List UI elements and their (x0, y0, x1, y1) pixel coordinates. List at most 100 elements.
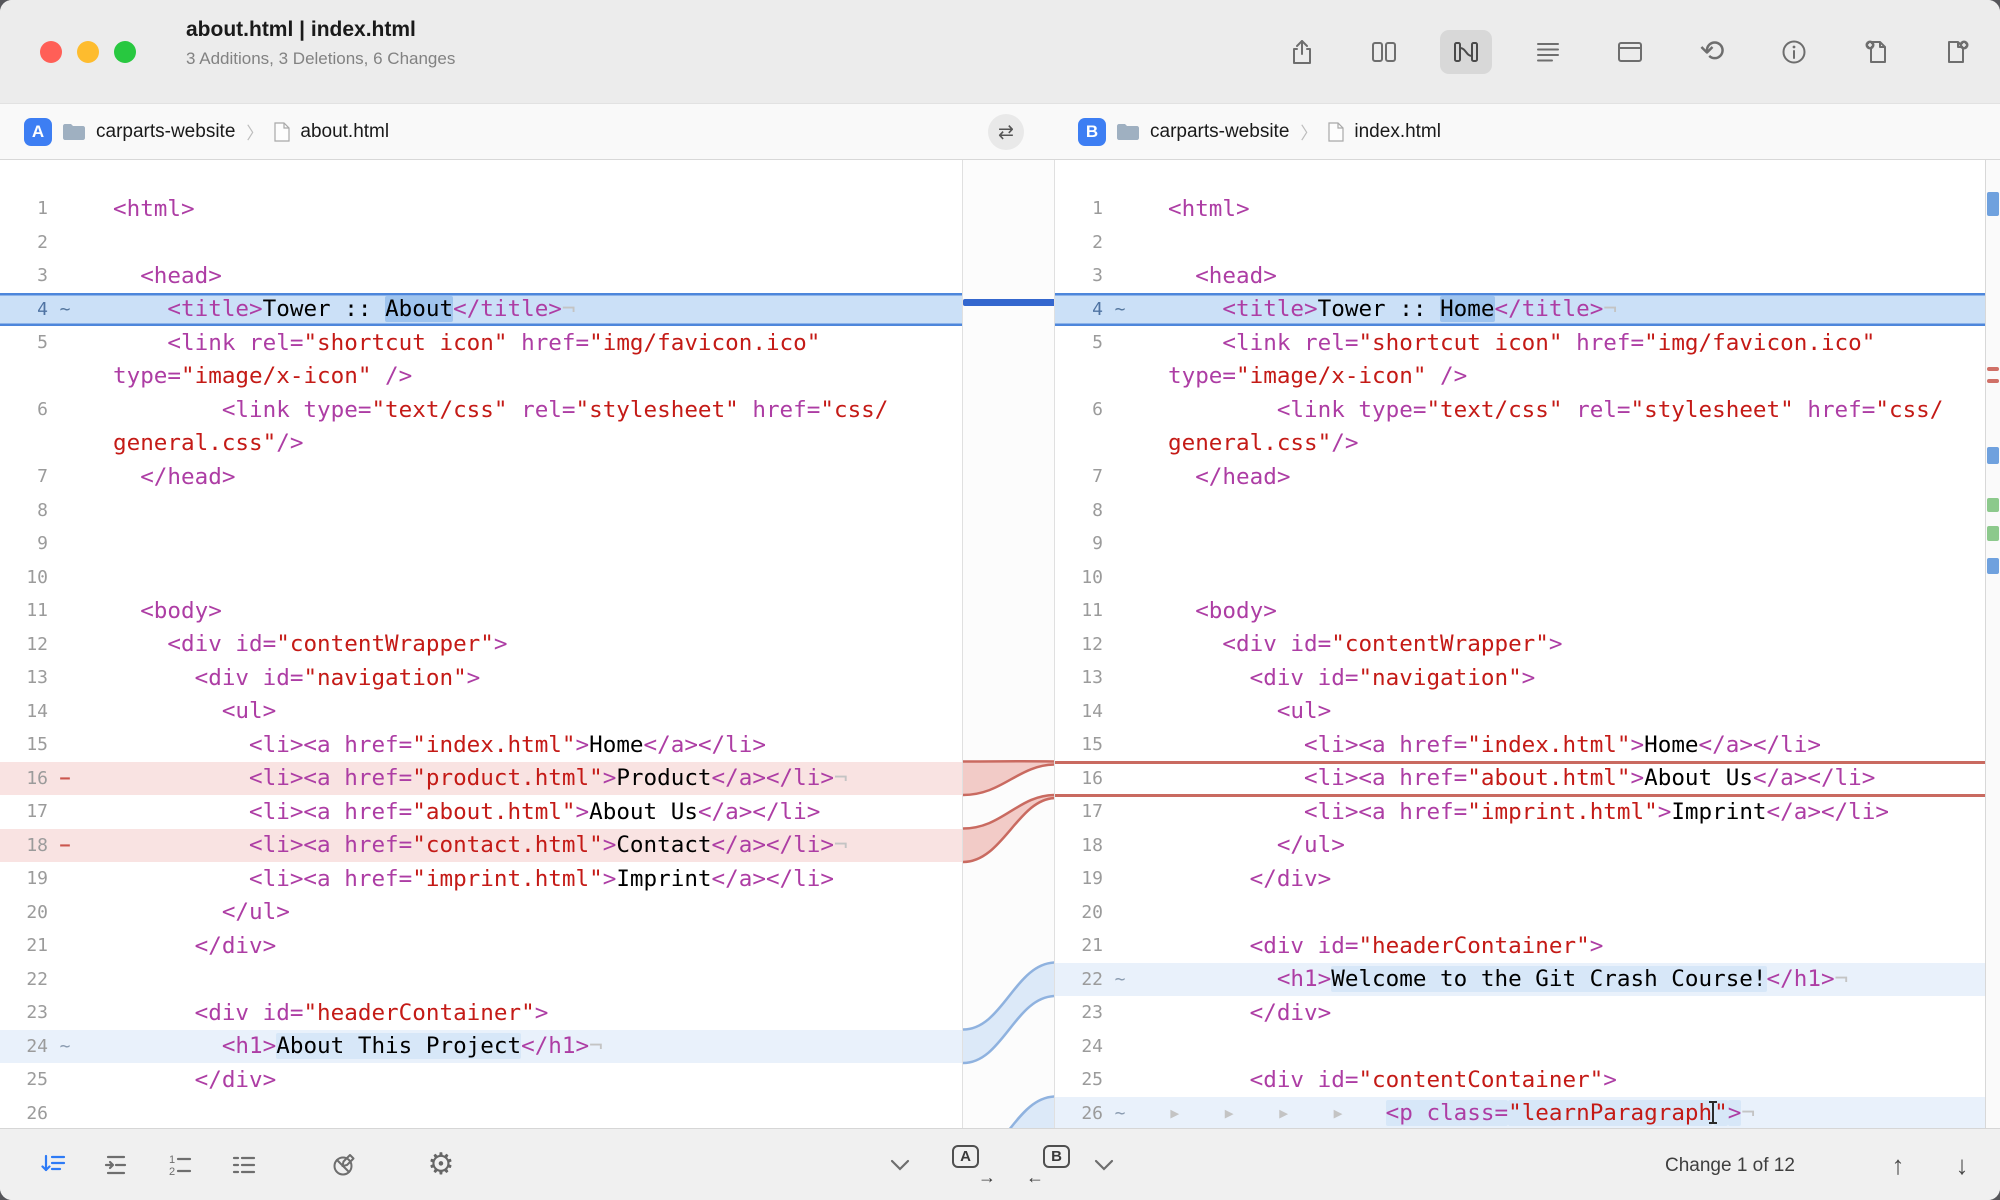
code-line[interactable]: 8 (1055, 494, 1985, 528)
code-line[interactable]: 13 <div id="navigation"> (0, 661, 962, 695)
list-options-button[interactable] (224, 1145, 264, 1185)
code-line[interactable]: 21 <div id="headerContainer"> (1055, 929, 1985, 963)
file-a-pane[interactable]: 1<html>23 <head>4~ <title>Tower :: About… (0, 160, 962, 1128)
code-line[interactable]: 20 </ul> (0, 896, 962, 930)
code-line[interactable]: 9 (1055, 527, 1985, 561)
code-line[interactable]: 18− <li><a href="contact.html">Contact</… (0, 829, 962, 863)
code-line[interactable]: 3 <head> (0, 259, 962, 293)
code-line[interactable]: 11 <body> (1055, 594, 1985, 628)
code-line[interactable]: 4~ <title>Tower :: Home</title>¬ (1055, 293, 1985, 327)
next-change-button[interactable]: ↓ (1942, 1145, 1982, 1185)
settings-button[interactable]: ⚙ (421, 1145, 461, 1185)
zoom-button[interactable] (114, 41, 136, 63)
code-line[interactable]: 26 (0, 1097, 962, 1129)
code-line[interactable]: 25 </div> (0, 1063, 962, 1097)
code-line[interactable]: 14 <ul> (1055, 695, 1985, 729)
code-line[interactable]: 10 (0, 561, 962, 595)
minimize-button[interactable] (77, 41, 99, 63)
code-line[interactable]: 19 </div> (1055, 862, 1985, 896)
code-line[interactable]: 5 <link rel="shortcut icon" href="img/fa… (1055, 326, 1985, 360)
code-line[interactable]: 15 <li><a href="index.html">Home</a></li… (0, 728, 962, 762)
code-text: </div> (82, 933, 276, 959)
line-number: 24 (1055, 1036, 1103, 1057)
fluid-layout-button[interactable] (1440, 30, 1492, 74)
code-line[interactable]: 16− <li><a href="product.html">Product</… (0, 762, 962, 796)
two-up-layout-button[interactable] (1358, 30, 1410, 74)
code-line[interactable]: 21 </div> (0, 929, 962, 963)
code-line[interactable]: 2 (1055, 226, 1985, 260)
file-b-pane[interactable]: 1<html>23 <head>4~ <title>Tower :: Home<… (1055, 160, 1985, 1128)
code-line[interactable]: 10 (1055, 561, 1985, 595)
code-line[interactable]: 23 </div> (1055, 996, 1985, 1030)
minimap[interactable] (1985, 160, 2000, 1128)
code-token: > (603, 832, 617, 858)
code-token: <ul> (113, 698, 276, 724)
code-line[interactable]: 20 (1055, 896, 1985, 930)
code-token: <div id= (1168, 631, 1331, 657)
share-button[interactable] (1276, 30, 1328, 74)
code-line[interactable]: 17 <li><a href="imprint.html">Imprint</a… (1055, 795, 1985, 829)
code-line[interactable]: 4~ <title>Tower :: About</title>¬ (0, 293, 962, 327)
code-line[interactable]: 6 <link type="text/css" rel="stylesheet"… (0, 393, 962, 427)
code-line[interactable]: 26~▸ ▸ ▸ ▸ <p class="learnParagraph">¬ (1055, 1097, 1985, 1129)
code-line[interactable]: 16 <li><a href="about.html">About Us</a>… (1055, 762, 1985, 796)
previous-change-button[interactable]: ↑ (1878, 1145, 1918, 1185)
code-line[interactable]: 24~ <h1>About This Project</h1>¬ (0, 1030, 962, 1064)
code-line[interactable]: 8 (0, 494, 962, 528)
code-line[interactable]: 1<html> (1055, 192, 1985, 226)
code-line[interactable]: 1<html> (0, 192, 962, 226)
code-line[interactable]: 7 </head> (1055, 460, 1985, 494)
code-line[interactable]: 22 (0, 963, 962, 997)
text-view-button[interactable] (1604, 30, 1656, 74)
unified-layout-button[interactable] (1522, 30, 1574, 74)
code-line[interactable]: 12 <div id="contentWrapper"> (1055, 628, 1985, 662)
code-line[interactable]: 25 <div id="contentContainer"> (1055, 1063, 1985, 1097)
code-lines-a: 1<html>23 <head>4~ <title>Tower :: About… (0, 160, 962, 1128)
jump-to-change-button[interactable] (96, 1145, 136, 1185)
document-icon (274, 122, 290, 142)
code-line[interactable]: general.css"/> (0, 427, 962, 461)
code-line[interactable]: 14 <ul> (0, 695, 962, 729)
code-line[interactable]: 6 <link type="text/css" rel="stylesheet"… (1055, 393, 1985, 427)
copy-b-to-a-button[interactable]: B ← (1022, 1144, 1074, 1186)
show-changes-button[interactable] (34, 1145, 74, 1185)
arrow-up-icon: ↑ (1892, 1150, 1905, 1181)
code-line[interactable]: 7 </head> (0, 460, 962, 494)
code-line[interactable]: 18 </ul> (1055, 829, 1985, 863)
line-number: 25 (1055, 1069, 1103, 1090)
close-button[interactable] (40, 41, 62, 63)
code-line[interactable]: 23 <div id="headerContainer"> (0, 996, 962, 1030)
merge-options-b-button[interactable] (1084, 1145, 1124, 1185)
breadcrumb-separator: 〉 (1299, 119, 1318, 144)
code-token: rel= (1562, 397, 1630, 423)
code-line[interactable]: 19 <li><a href="imprint.html">Imprint</a… (0, 862, 962, 896)
breadcrumb-file[interactable]: index.html (1354, 121, 1441, 143)
code-line[interactable]: 5 <link rel="shortcut icon" href="img/fa… (0, 326, 962, 360)
code-line[interactable]: 22~ <h1>Welcome to the Git Crash Course!… (1055, 963, 1985, 997)
code-token: <head> (1168, 263, 1277, 289)
swap-files-button[interactable]: ⇄ (988, 114, 1024, 150)
copy-a-to-b-button[interactable]: A → (948, 1144, 1000, 1186)
add-file-a-button[interactable] (1850, 30, 1902, 74)
merge-options-a-button[interactable] (880, 1145, 920, 1185)
code-line[interactable]: type="image/x-icon" /> (0, 360, 962, 394)
code-line[interactable]: 9 (0, 527, 962, 561)
code-line[interactable]: 13 <div id="navigation"> (1055, 661, 1985, 695)
code-line[interactable]: 11 <body> (0, 594, 962, 628)
code-line[interactable]: 12 <div id="contentWrapper"> (0, 628, 962, 662)
code-line[interactable]: 17 <li><a href="about.html">About Us</a>… (0, 795, 962, 829)
code-line[interactable]: general.css"/> (1055, 427, 1985, 461)
code-line[interactable]: 24 (1055, 1030, 1985, 1064)
code-line[interactable]: type="image/x-icon" /> (1055, 360, 1985, 394)
breadcrumb-folder[interactable]: carparts-website (1150, 121, 1289, 143)
numbered-list-button[interactable]: 12 (160, 1145, 200, 1185)
breadcrumb-folder[interactable]: carparts-website (96, 121, 235, 143)
history-button[interactable]: ⟲ (1686, 30, 1738, 74)
read-only-indicator-button[interactable] (325, 1145, 365, 1185)
add-file-b-button[interactable] (1932, 30, 1984, 74)
info-button[interactable] (1768, 30, 1820, 74)
code-line[interactable]: 2 (0, 226, 962, 260)
breadcrumb-file[interactable]: about.html (300, 121, 389, 143)
code-line[interactable]: 3 <head> (1055, 259, 1985, 293)
code-line[interactable]: 15 <li><a href="index.html">Home</a></li… (1055, 728, 1985, 762)
